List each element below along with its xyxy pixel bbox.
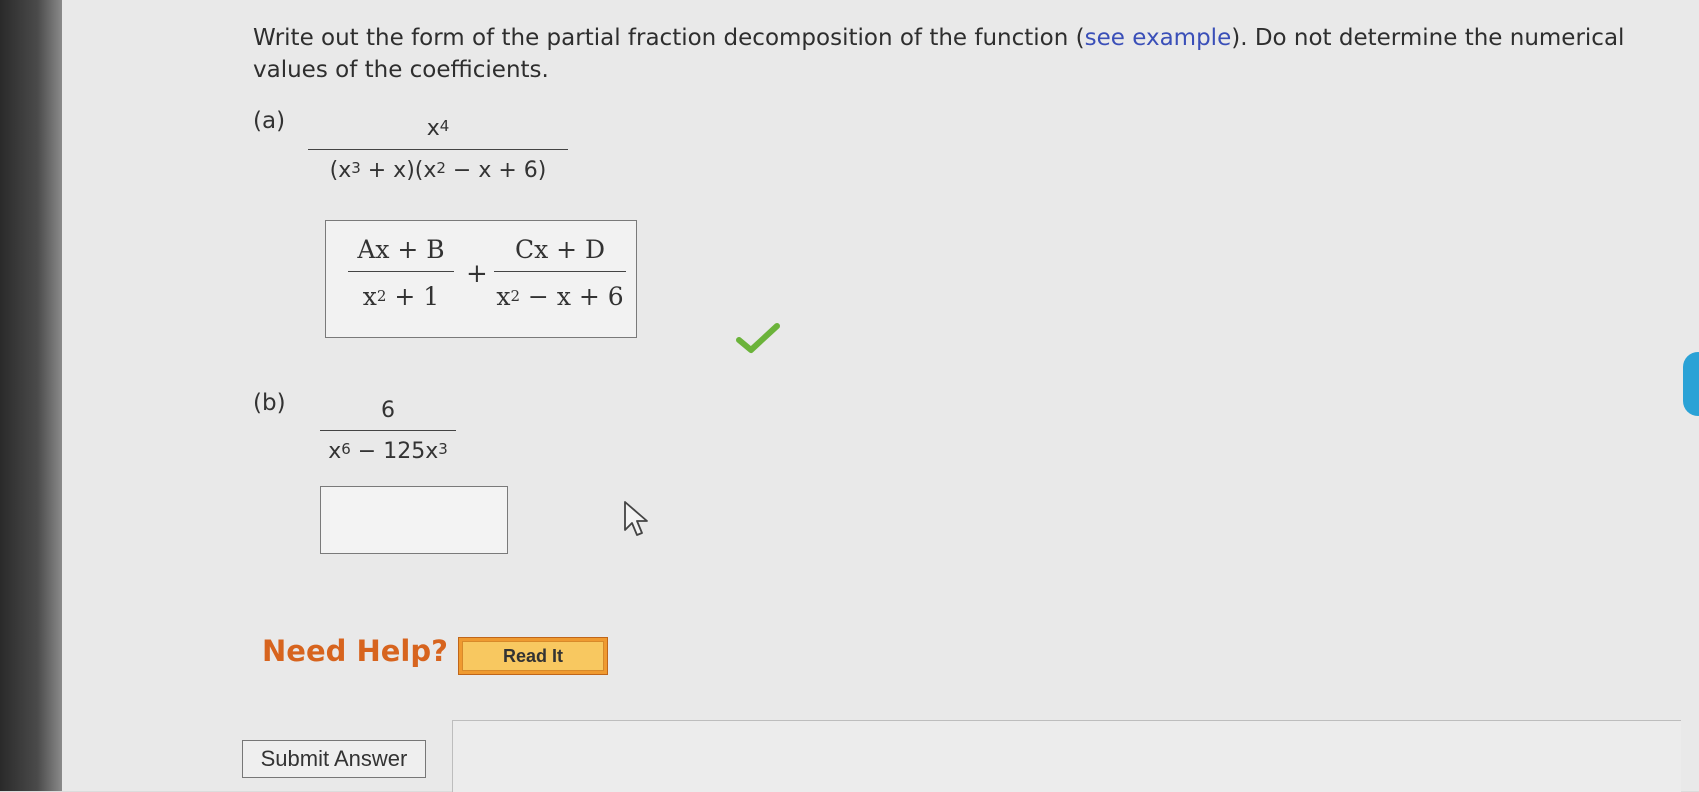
part-a-denominator: (x3 + x)(x2 − x + 6) — [329, 158, 547, 183]
answer-fraction-2: Cx + D x2 − x + 6 — [494, 235, 626, 315]
read-it-label: Read It — [462, 641, 604, 671]
assignment-page: Write out the form of the partial fracti… — [62, 0, 1699, 792]
question-content: Write out the form of the partial fracti… — [180, 0, 1683, 792]
part-a-label: (a) — [253, 108, 286, 134]
answer-fraction-1: Ax + B x2 + 1 — [348, 235, 454, 315]
part-a-numerator: x4 — [426, 116, 450, 141]
need-help-label: Need Help? — [262, 634, 448, 668]
submit-answer-button[interactable]: Submit Answer — [242, 740, 426, 778]
question-instructions: Write out the form of the partial fracti… — [253, 22, 1683, 86]
fraction-bar — [320, 430, 456, 431]
part-b-numerator: 6 — [381, 398, 395, 423]
part-a-answer-field[interactable]: Ax + B x2 + 1 + Cx + D x2 − x + 6 — [325, 220, 637, 338]
fraction-bar — [308, 149, 568, 150]
read-it-button[interactable]: Read It — [458, 637, 608, 675]
part-b-label: (b) — [253, 390, 286, 416]
correct-check-icon — [736, 323, 780, 353]
part-b-denominator: x6 − 125x3 — [328, 439, 448, 464]
plus-sign: + — [466, 259, 488, 289]
part-b-answer-field[interactable] — [320, 486, 508, 554]
submission-panel — [452, 720, 1681, 792]
part-b-fraction: 6 x6 − 125x3 — [320, 398, 456, 466]
mouse-cursor-icon — [624, 501, 648, 536]
part-a-fraction: x4 (x3 + x)(x2 − x + 6) — [308, 116, 568, 185]
screen-bezel — [0, 0, 62, 791]
see-example-link[interactable]: see example — [1085, 25, 1232, 51]
side-panel-tab[interactable] — [1683, 352, 1699, 416]
instructions-text-start: Write out the form of the partial fracti… — [253, 25, 1085, 51]
